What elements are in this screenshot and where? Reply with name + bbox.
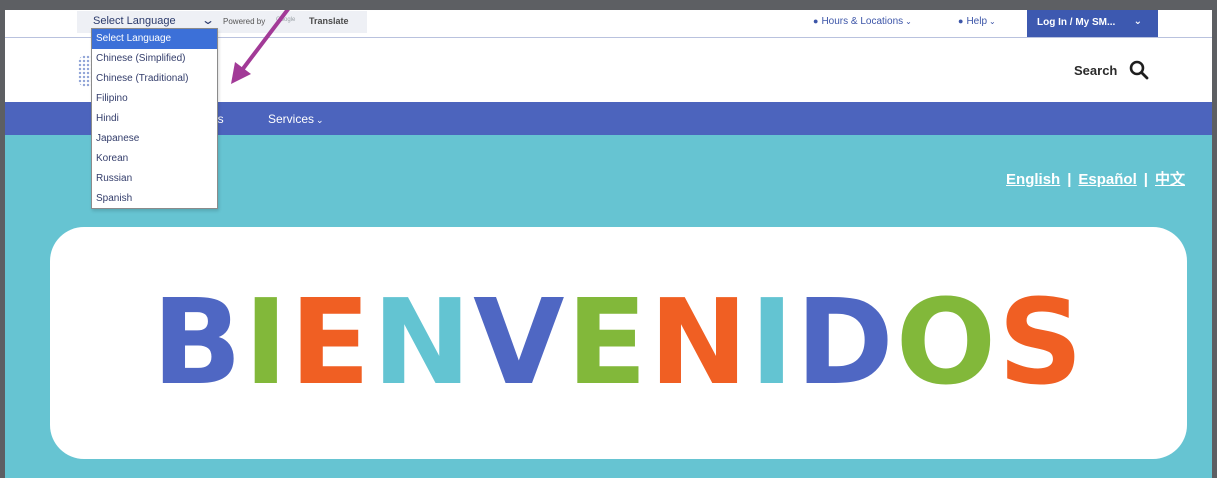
chevron-down-icon: ⌄ [316,115,324,125]
welcome-letter: O [895,273,999,411]
language-dropdown-list[interactable]: Select Language Chinese (Simplified) Chine… [91,28,218,209]
welcome-banner: BIENVENIDOS [50,227,1187,459]
help-label: Help [966,16,988,27]
search-icon[interactable] [1129,60,1149,80]
chevron-down-icon: ⌄ [905,17,912,26]
welcome-letter: B [151,273,244,411]
login-label: Log In / My SM... [1037,17,1116,28]
chevron-down-icon: ⌄ [989,17,996,26]
welcome-letter: I [749,273,796,411]
search-label[interactable]: Search [1074,63,1117,78]
separator: | [1143,171,1148,188]
chevron-down-icon: ⌄ [200,13,216,27]
site-language-links: English | Español | 中文 [1006,168,1185,189]
welcome-heading: BIENVENIDOS [50,267,1187,417]
welcome-letter: N [372,273,474,411]
annotation-arrow [231,10,290,84]
web-page: Select Language ⌄ Powered by Google Tran… [5,10,1212,478]
welcome-letter: V [473,273,567,411]
translate-label[interactable]: Translate [309,16,349,26]
welcome-letter: D [795,273,896,411]
welcome-letter: E [566,273,650,411]
question-circle-icon: ● [958,16,964,26]
welcome-letter: E [289,273,373,411]
language-option[interactable]: Chinese (Traditional) [92,69,217,89]
hours-locations-link[interactable]: ● Hours & Locations ⌄ [813,16,912,27]
language-option[interactable]: Japanese [92,129,217,149]
language-link-spanish[interactable]: Español [1078,171,1136,188]
login-button[interactable]: Log In / My SM... ⌄ [1027,10,1158,37]
language-option[interactable]: Korean [92,149,217,169]
language-option[interactable]: Filipino [92,89,217,109]
language-option[interactable]: Spanish [92,189,217,209]
chevron-down-icon: ⌄ [1133,16,1142,27]
language-option[interactable]: Select Language [92,29,217,49]
welcome-letter: S [998,273,1086,411]
language-option[interactable]: Hindi [92,109,217,129]
nav-item-services-label: Services [268,112,315,126]
language-link-chinese[interactable]: 中文 [1155,171,1185,188]
language-option[interactable]: Chinese (Simplified) [92,49,217,69]
help-link[interactable]: ● Help ⌄ [958,16,996,27]
language-option[interactable]: Russian [92,169,217,189]
welcome-letter: I [243,273,290,411]
hours-locations-label: Hours & Locations [821,16,904,27]
nav-item-services[interactable]: Services ⌄ [268,112,324,126]
language-link-english[interactable]: English [1006,171,1060,188]
map-pin-icon: ● [813,16,819,26]
welcome-letter: N [649,273,750,411]
language-select-value: Select Language [93,15,176,27]
separator: | [1067,171,1072,188]
